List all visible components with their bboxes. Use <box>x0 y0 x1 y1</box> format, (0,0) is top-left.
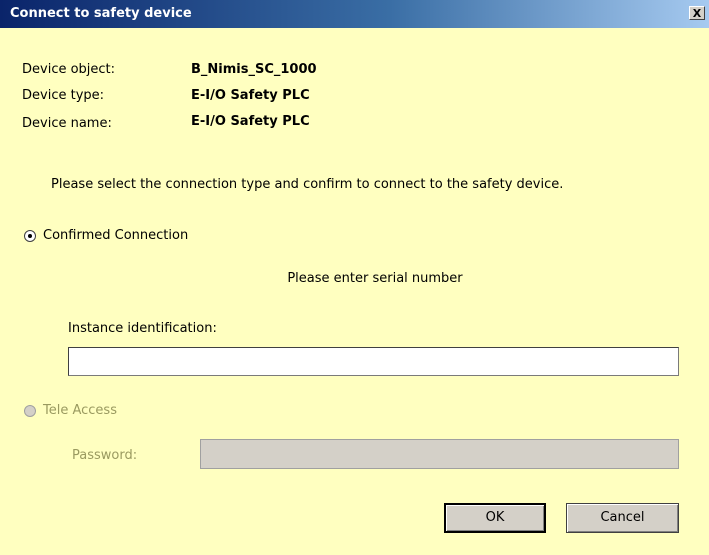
password-label: Password: <box>72 448 138 463</box>
title-bar: Connect to safety device X <box>0 0 709 28</box>
device-type-label: Device type: <box>22 88 105 103</box>
tele-access-radio <box>24 404 36 417</box>
close-button[interactable]: X <box>689 6 705 20</box>
window-title: Connect to safety device <box>10 6 192 21</box>
serial-number-note: Please enter serial number <box>287 271 463 286</box>
cancel-button[interactable]: Cancel <box>566 503 679 533</box>
tele-access-label: Tele Access <box>43 403 117 418</box>
confirmed-connection-radio[interactable] <box>24 229 36 242</box>
device-type-value: E-I/O Safety PLC <box>191 88 310 103</box>
ok-button[interactable]: OK <box>444 503 546 533</box>
tele-access-option: Tele Access <box>24 403 117 418</box>
confirmed-connection-option[interactable]: Confirmed Connection <box>24 228 188 243</box>
device-object-value: B_Nimis_SC_1000 <box>191 62 317 77</box>
device-name-label: Device name: <box>22 116 112 131</box>
device-name-value: E-I/O Safety PLC <box>191 114 310 129</box>
instance-identification-label: Instance identification: <box>68 321 217 336</box>
password-input <box>200 439 679 469</box>
close-icon: X <box>692 7 702 20</box>
instruction-text: Please select the connection type and co… <box>51 177 564 192</box>
device-object-label: Device object: <box>22 62 116 77</box>
confirmed-connection-label[interactable]: Confirmed Connection <box>43 228 188 243</box>
instance-identification-input[interactable] <box>68 347 679 376</box>
